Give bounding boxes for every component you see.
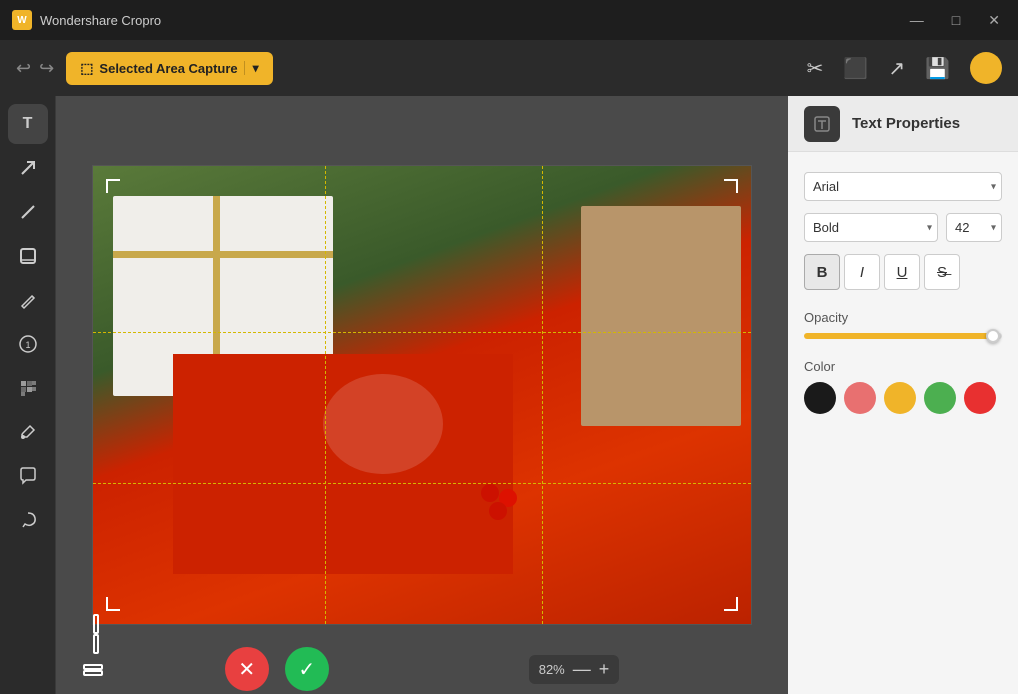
strikethrough-button[interactable]: S̶: [924, 254, 960, 290]
pencil-tool-button[interactable]: [8, 280, 48, 320]
color-label: Color: [804, 359, 1002, 374]
mosaic-icon: [18, 378, 38, 398]
tools-panel: T 1: [0, 96, 56, 694]
handle-top-right[interactable]: [724, 179, 738, 193]
capture-dropdown-icon: ▾: [244, 61, 259, 75]
color-swatch-red[interactable]: [964, 382, 996, 414]
capture-icon: ⬚: [80, 60, 93, 77]
format-row: B I U S̶: [804, 254, 1002, 290]
guide-line-horizontal-bottom: [93, 483, 751, 484]
svg-text:1: 1: [25, 340, 30, 350]
font-family-select-wrap: Arial ▾: [804, 172, 1002, 201]
pencil-icon: [18, 290, 38, 310]
undo-redo-group: ↩ ↪: [16, 58, 54, 79]
canvas-area[interactable]: ✕ ✓ 82% — +: [56, 96, 788, 694]
font-size-select[interactable]: 42: [946, 213, 1002, 242]
panel-content: Arial ▾ Bold ▾ 42 ▾: [788, 152, 1018, 434]
bottom-bar: ✕ ✓ 82% — +: [56, 644, 788, 694]
monitor-button[interactable]: ⬛: [843, 56, 868, 81]
redo-button[interactable]: ↪: [39, 58, 54, 79]
window-controls: — □ ✕: [904, 10, 1006, 31]
panel-header: Text Properties: [788, 96, 1018, 152]
mosaic-tool-button[interactable]: [8, 368, 48, 408]
number-tool-button[interactable]: 1: [8, 324, 48, 364]
font-size-select-wrap: 42 ▾: [946, 213, 1002, 242]
stamp-tool-button[interactable]: [8, 236, 48, 276]
undo-button[interactable]: ↩: [16, 58, 31, 79]
zoom-in-button[interactable]: +: [599, 659, 610, 680]
confirm-button[interactable]: ✓: [285, 647, 329, 691]
number-icon: 1: [18, 334, 38, 354]
toolbar-left: ↩ ↪ ⬚ Selected Area Capture ▾: [16, 52, 273, 85]
toolbar: ↩ ↪ ⬚ Selected Area Capture ▾ ✂ ⬛ ↗ 💾: [0, 40, 1018, 96]
paint-tool-button[interactable]: [8, 412, 48, 452]
cut-button[interactable]: ✂: [807, 56, 824, 81]
panel-title: Text Properties: [852, 115, 960, 132]
color-swatch-yellow[interactable]: [884, 382, 916, 414]
line-tool-button[interactable]: [8, 192, 48, 232]
opacity-label: Opacity: [804, 310, 1002, 325]
lasso-icon: [18, 510, 38, 530]
underline-button[interactable]: U: [884, 254, 920, 290]
italic-button[interactable]: I: [844, 254, 880, 290]
avatar: [970, 52, 1002, 84]
color-swatches: [804, 382, 1002, 414]
right-panel: Text Properties Arial ▾ Bold ▾: [788, 96, 1018, 694]
guide-line-vertical-right: [542, 166, 543, 624]
handle-bottom-left[interactable]: [106, 597, 120, 611]
color-swatch-pink[interactable]: [844, 382, 876, 414]
guide-line-horizontal-top: [93, 332, 751, 333]
color-swatch-black[interactable]: [804, 382, 836, 414]
capture-button[interactable]: ⬚ Selected Area Capture ▾: [66, 52, 273, 85]
app-icon: W: [12, 10, 32, 30]
canvas-image: [93, 166, 751, 624]
share-button[interactable]: ↗: [888, 56, 905, 81]
stamp-icon: [18, 246, 38, 266]
arrow-tool-button[interactable]: [8, 148, 48, 188]
zoom-out-button[interactable]: —: [573, 659, 591, 680]
minimize-button[interactable]: —: [904, 10, 930, 30]
bold-button[interactable]: B: [804, 254, 840, 290]
handle-mid-left[interactable]: [93, 614, 99, 634]
toolbar-right: ✂ ⬛ ↗ 💾: [807, 52, 1002, 84]
panel-tool-icon: [804, 106, 840, 142]
title-bar-left: W Wondershare Cropro: [12, 10, 161, 30]
main-area: T 1: [0, 96, 1018, 694]
font-weight-select[interactable]: Bold: [804, 213, 938, 242]
color-swatch-green[interactable]: [924, 382, 956, 414]
handle-bottom-right[interactable]: [724, 597, 738, 611]
zoom-control: 82% — +: [529, 655, 620, 684]
opacity-slider[interactable]: [804, 333, 1002, 339]
handle-top-left[interactable]: [106, 179, 120, 193]
maximize-button[interactable]: □: [946, 10, 966, 30]
capture-label: Selected Area Capture: [99, 61, 237, 76]
save-button[interactable]: 💾: [925, 56, 950, 81]
font-style-row: Bold ▾ 42 ▾: [804, 213, 1002, 242]
speech-bubble-tool-button[interactable]: [8, 456, 48, 496]
opacity-thumb[interactable]: [986, 329, 1000, 343]
image-container: [92, 165, 752, 625]
paint-icon: [18, 422, 38, 442]
arrow-icon: [18, 158, 38, 178]
font-family-select[interactable]: Arial: [804, 172, 1002, 201]
speech-bubble-icon: [18, 466, 38, 486]
text-tool-button[interactable]: T: [8, 104, 48, 144]
font-family-row: Arial ▾: [804, 172, 1002, 201]
cancel-button[interactable]: ✕: [225, 647, 269, 691]
guide-line-vertical-left: [325, 166, 326, 624]
font-weight-select-wrap: Bold ▾: [804, 213, 938, 242]
color-section: Color: [804, 359, 1002, 414]
close-button[interactable]: ✕: [982, 10, 1006, 31]
zoom-value: 82%: [539, 662, 565, 677]
title-bar: W Wondershare Cropro — □ ✕: [0, 0, 1018, 40]
app-title: Wondershare Cropro: [40, 13, 161, 28]
action-buttons: ✕ ✓: [225, 647, 329, 691]
text-edit-icon: [813, 115, 831, 133]
lasso-tool-button[interactable]: [8, 500, 48, 540]
opacity-section: Opacity: [804, 310, 1002, 339]
line-icon: [18, 202, 38, 222]
